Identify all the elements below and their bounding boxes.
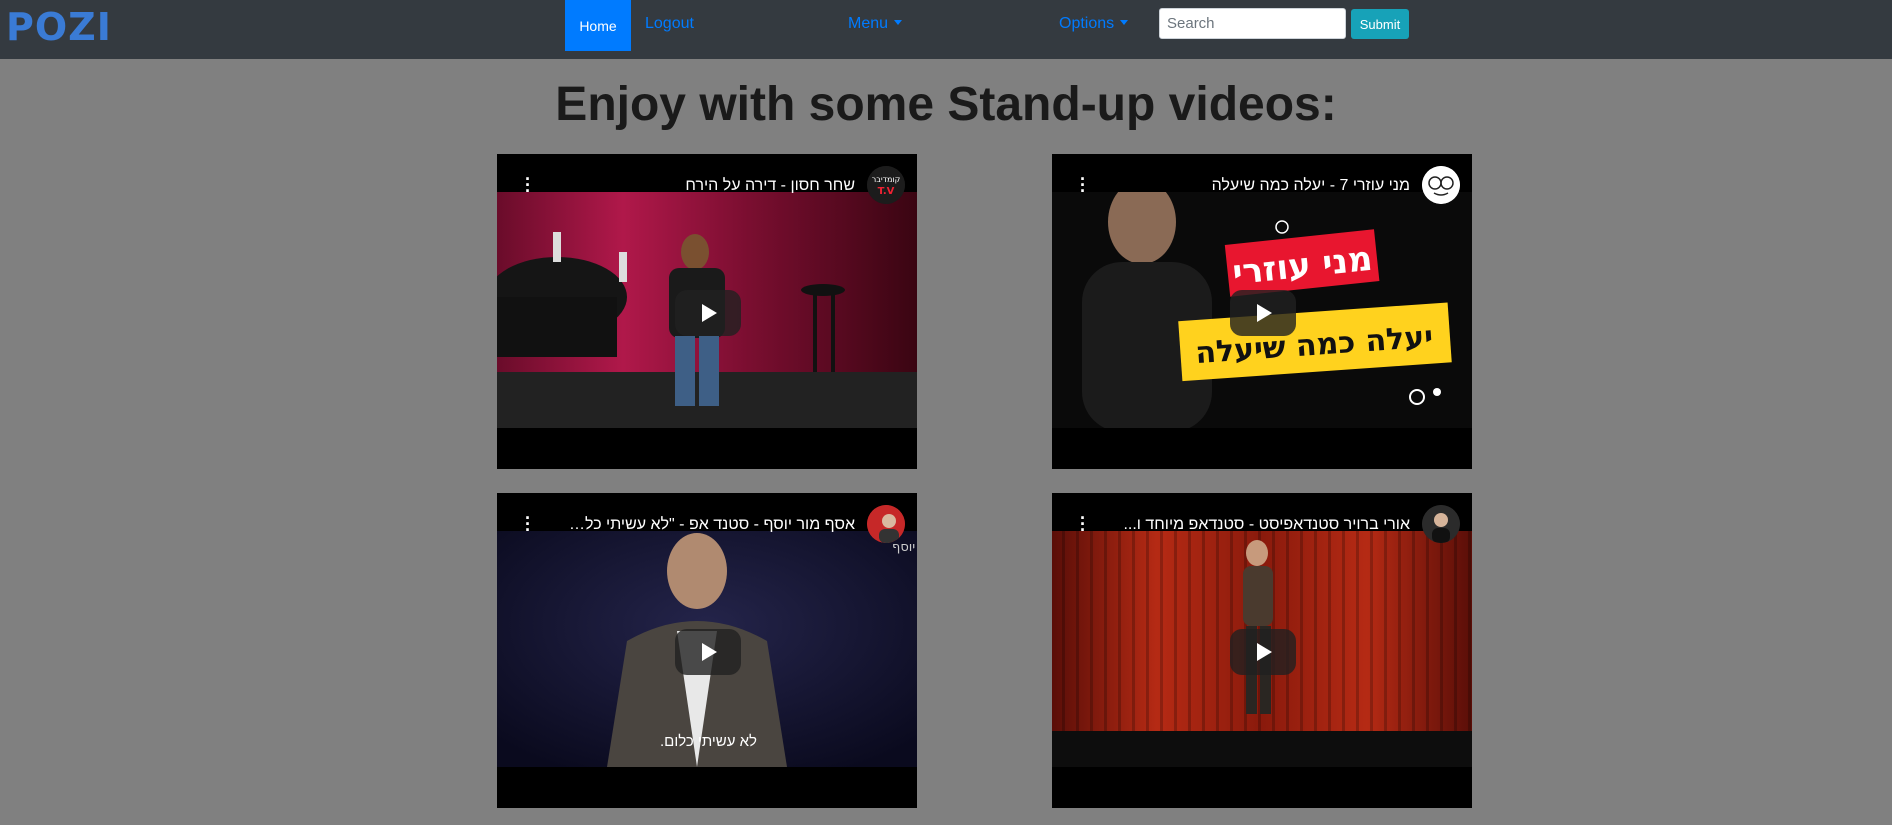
video-title[interactable]: מני עוזרי 7 - יעלה כמה שיעלה xyxy=(1212,176,1410,196)
more-options-icon[interactable]: · · · xyxy=(1080,509,1086,539)
channel-avatar[interactable] xyxy=(1422,505,1460,543)
channel-logo-icon xyxy=(1422,505,1460,543)
menu-label: Menu xyxy=(848,15,889,32)
channel-avatar[interactable]: קומדיבר T.V xyxy=(867,166,905,204)
brand-logo[interactable]: POZI xyxy=(6,6,112,48)
channel-badge-tv: T.V xyxy=(878,186,895,197)
channel-logo-icon: קומדיבר T.V xyxy=(867,166,905,204)
video-player[interactable]: אסף מור יוסף ··· אסף מור יוסף - סטנד אפ … xyxy=(497,493,917,808)
chevron-down-icon xyxy=(894,20,903,25)
nav-home-link[interactable]: Home xyxy=(565,0,631,51)
video-subtitle: לא עשיתי כלום. xyxy=(660,733,757,750)
play-button[interactable] xyxy=(675,629,741,675)
video-title[interactable]: שחר חסון - דירה על הירח xyxy=(685,176,855,196)
video-player[interactable]: · · · אורי ברויר סטנדאפיסט - סטנדאפ מיוחד … xyxy=(1052,493,1472,808)
navbar: POZI Home Logout Menu Options Submit xyxy=(0,0,1892,59)
nav-options-dropdown[interactable]: Options xyxy=(1059,14,1129,34)
channel-logo-icon xyxy=(867,505,905,543)
video-title[interactable]: אורי ברויר סטנדאפיסט - סטנדאפ מיוחד ו... xyxy=(1123,515,1410,535)
channel-avatar[interactable] xyxy=(867,505,905,543)
play-button[interactable] xyxy=(1230,629,1296,675)
more-options-icon[interactable]: · · · xyxy=(525,509,531,539)
play-button[interactable] xyxy=(675,290,741,336)
nav-logout-link[interactable]: Logout xyxy=(645,14,694,34)
nav-menu-dropdown[interactable]: Menu xyxy=(848,14,903,34)
submit-button[interactable]: Submit xyxy=(1351,9,1409,39)
more-options-icon[interactable]: · · · xyxy=(1080,170,1086,200)
overlay-name: אסף מור יוסף xyxy=(892,540,917,555)
more-options-icon[interactable]: · · · xyxy=(525,170,531,200)
search-input[interactable] xyxy=(1159,8,1346,39)
chevron-down-icon xyxy=(1120,20,1129,25)
video-player[interactable]: · · · שחר חסון - דירה על הירח קומדיבר T.V xyxy=(497,154,917,469)
channel-logo-icon xyxy=(1422,166,1460,204)
video-title[interactable]: אסף מור יוסף - סטנד אפ - "לא עשיתי כלום" xyxy=(565,515,855,535)
channel-badge-text: קומדיבר xyxy=(872,175,901,184)
play-button[interactable] xyxy=(1230,290,1296,336)
channel-avatar[interactable] xyxy=(1422,166,1460,204)
page-title: Enjoy with some Stand-up videos: xyxy=(555,78,1337,131)
video-player[interactable]: מני עוזרי יעלה כמה שיעלה · · · מני עוזרי 7… xyxy=(1052,154,1472,469)
options-label: Options xyxy=(1059,15,1115,32)
